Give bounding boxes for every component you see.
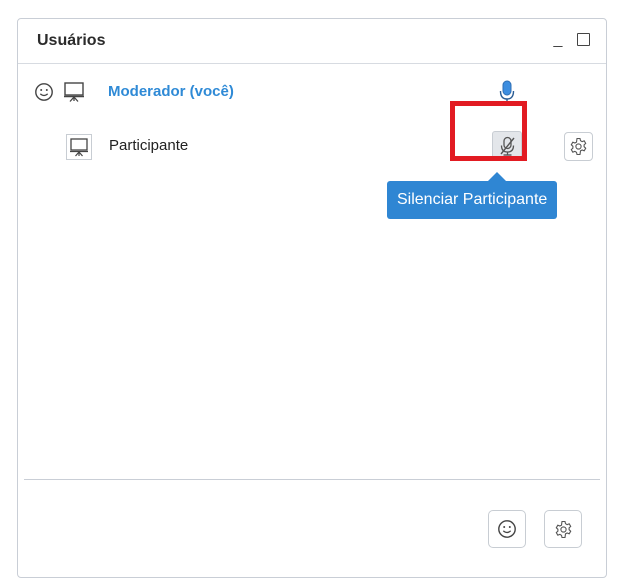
user-row-moderator[interactable]: Moderador (você) [18, 75, 606, 109]
minimize-button[interactable]: _ [550, 30, 566, 50]
user-row-participant[interactable]: Participante [18, 129, 606, 163]
mute-participant-button[interactable] [492, 131, 522, 161]
panel-title-bar: Usuários _ [18, 19, 606, 64]
smiley-icon [35, 83, 53, 101]
user-name-participant: Participante [109, 137, 189, 154]
maximize-button[interactable] [577, 33, 590, 46]
footer-divider [24, 479, 600, 480]
microphone-icon[interactable] [498, 79, 516, 105]
panel-title: Usuários [37, 32, 106, 49]
tooltip-mute-participant: Silenciar Participante [387, 181, 558, 219]
tooltip-arrow [488, 172, 506, 181]
gear-icon [570, 137, 587, 156]
user-name-moderator: Moderador (você) [108, 83, 234, 100]
presenter-screen-icon [66, 134, 92, 160]
emoji-status-button[interactable] [488, 510, 526, 548]
smiley-icon [498, 520, 516, 538]
microphone-muted-icon [500, 136, 515, 156]
users-panel: Usuários _ Moderador (você) Participante [17, 18, 607, 578]
users-settings-button[interactable] [544, 510, 582, 548]
presenter-screen-icon [64, 82, 84, 102]
participant-settings-button[interactable] [564, 132, 593, 161]
gear-icon [555, 520, 572, 539]
